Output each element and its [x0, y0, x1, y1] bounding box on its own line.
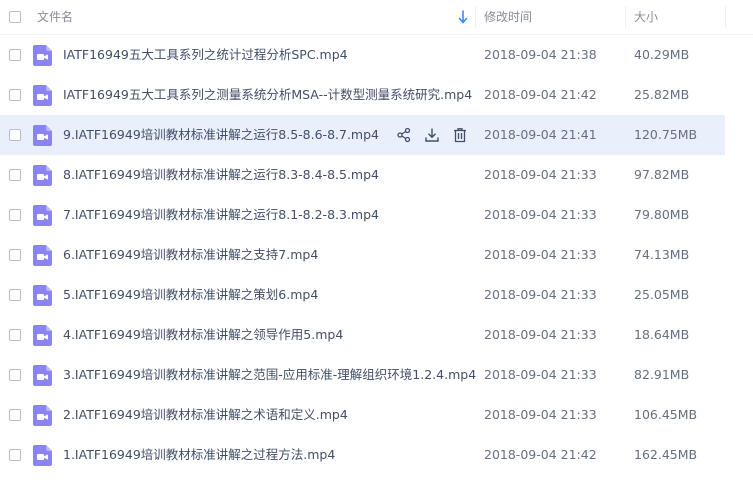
table-row[interactable]: 7.IATF16949培训教材标准讲解之运行8.1-8.2-8.3.mp4 201… — [0, 195, 725, 235]
select-all-checkbox[interactable] — [9, 11, 21, 23]
file-rows: IATF16949五大工具系列之统计过程分析SPC.mp4 2018-09-04 … — [0, 35, 753, 475]
row-checkbox[interactable] — [9, 449, 21, 461]
video-file-icon — [33, 125, 52, 146]
file-modified-time: 2018-09-04 21:38 — [484, 47, 597, 62]
table-row[interactable]: 2.IATF16949培训教材标准讲解之术语和定义.mp4 2018-09-04 … — [0, 395, 725, 435]
file-name[interactable]: 2.IATF16949培训教材标准讲解之术语和定义.mp4 — [63, 395, 348, 435]
column-divider[interactable] — [475, 6, 476, 28]
file-name[interactable]: 5.IATF16949培训教材标准讲解之策划6.mp4 — [63, 275, 318, 315]
file-name[interactable]: IATF16949五大工具系列之统计过程分析SPC.mp4 — [63, 35, 348, 75]
file-modified-time: 2018-09-04 21:33 — [484, 327, 597, 342]
file-size: 82.91MB — [634, 367, 690, 382]
sort-down-arrow-icon[interactable] — [458, 9, 468, 28]
video-file-icon — [33, 205, 52, 226]
table-row[interactable]: 9.IATF16949培训教材标准讲解之运行8.5-8.6-8.7.mp4 201… — [0, 115, 725, 155]
table-row[interactable]: 4.IATF16949培训教材标准讲解之领导作用5.mp4 2018-09-04 … — [0, 315, 725, 355]
share-icon[interactable] — [396, 127, 412, 143]
file-modified-time: 2018-09-04 21:41 — [484, 127, 597, 142]
video-file-icon — [33, 325, 52, 346]
file-name[interactable]: 8.IATF16949培训教材标准讲解之运行8.3-8.4-8.5.mp4 — [63, 155, 379, 195]
video-file-icon — [33, 285, 52, 306]
row-checkbox[interactable] — [9, 329, 21, 341]
table-row[interactable]: IATF16949五大工具系列之统计过程分析SPC.mp4 2018-09-04 … — [0, 35, 725, 75]
file-size: 18.64MB — [634, 327, 690, 342]
file-name[interactable]: 1.IATF16949培训教材标准讲解之过程方法.mp4 — [63, 435, 335, 475]
file-modified-time: 2018-09-04 21:33 — [484, 247, 597, 262]
file-size: 25.05MB — [634, 287, 690, 302]
video-file-icon — [33, 365, 52, 386]
row-checkbox[interactable] — [9, 249, 21, 261]
file-modified-time: 2018-09-04 21:42 — [484, 87, 597, 102]
table-row[interactable]: 3.IATF16949培训教材标准讲解之范围-应用标准-理解组织环境1.2.4.… — [0, 355, 725, 395]
delete-icon[interactable] — [452, 127, 468, 143]
row-checkbox[interactable] — [9, 49, 21, 61]
file-name[interactable]: IATF16949五大工具系列之测量系统分析MSA--计数型测量系统研究.mp4 — [63, 75, 472, 115]
file-size: 25.82MB — [634, 87, 690, 102]
table-row[interactable]: 5.IATF16949培训教材标准讲解之策划6.mp4 2018-09-04 21… — [0, 275, 725, 315]
file-list-table: 文件名 修改时间 大小 IATF16949五大工具系列之统计过程分析SPC.mp… — [0, 0, 753, 475]
file-size: 120.75MB — [634, 127, 698, 142]
file-name[interactable]: 7.IATF16949培训教材标准讲解之运行8.1-8.2-8.3.mp4 — [63, 195, 379, 235]
file-name[interactable]: 9.IATF16949培训教材标准讲解之运行8.5-8.6-8.7.mp4 — [63, 115, 379, 155]
column-header-size[interactable]: 大小 — [634, 0, 658, 34]
video-file-icon — [33, 85, 52, 106]
download-icon[interactable] — [424, 127, 440, 143]
file-size: 74.13MB — [634, 247, 690, 262]
column-header-time[interactable]: 修改时间 — [484, 0, 532, 34]
table-header: 文件名 修改时间 大小 — [0, 0, 753, 35]
video-file-icon — [33, 45, 52, 66]
table-row[interactable]: 8.IATF16949培训教材标准讲解之运行8.3-8.4-8.5.mp4 201… — [0, 155, 725, 195]
table-row[interactable]: IATF16949五大工具系列之测量系统分析MSA--计数型测量系统研究.mp4… — [0, 75, 725, 115]
file-size: 40.29MB — [634, 47, 690, 62]
file-modified-time: 2018-09-04 21:33 — [484, 207, 597, 222]
file-modified-time: 2018-09-04 21:33 — [484, 167, 597, 182]
row-checkbox[interactable] — [9, 129, 21, 141]
row-checkbox[interactable] — [9, 169, 21, 181]
file-name[interactable]: 4.IATF16949培训教材标准讲解之领导作用5.mp4 — [63, 315, 343, 355]
table-row[interactable]: 6.IATF16949培训教材标准讲解之支持7.mp4 2018-09-04 21… — [0, 235, 725, 275]
column-divider[interactable] — [725, 6, 726, 28]
file-name[interactable]: 6.IATF16949培训教材标准讲解之支持7.mp4 — [63, 235, 318, 275]
row-checkbox[interactable] — [9, 409, 21, 421]
video-file-icon — [33, 245, 52, 266]
file-size: 162.45MB — [634, 447, 698, 462]
file-modified-time: 2018-09-04 21:42 — [484, 447, 597, 462]
file-size: 106.45MB — [634, 407, 698, 422]
file-modified-time: 2018-09-04 21:33 — [484, 287, 597, 302]
column-divider[interactable] — [625, 6, 626, 28]
file-modified-time: 2018-09-04 21:33 — [484, 367, 597, 382]
video-file-icon — [33, 445, 52, 466]
file-size: 79.80MB — [634, 207, 690, 222]
video-file-icon — [33, 405, 52, 426]
column-header-name[interactable]: 文件名 — [37, 0, 73, 34]
file-name[interactable]: 3.IATF16949培训教材标准讲解之范围-应用标准-理解组织环境1.2.4.… — [63, 355, 476, 395]
file-modified-time: 2018-09-04 21:33 — [484, 407, 597, 422]
video-file-icon — [33, 165, 52, 186]
file-size: 97.82MB — [634, 167, 690, 182]
row-checkbox[interactable] — [9, 209, 21, 221]
row-checkbox[interactable] — [9, 89, 21, 101]
table-row[interactable]: 1.IATF16949培训教材标准讲解之过程方法.mp4 2018-09-04 2… — [0, 435, 725, 475]
row-checkbox[interactable] — [9, 369, 21, 381]
row-checkbox[interactable] — [9, 289, 21, 301]
